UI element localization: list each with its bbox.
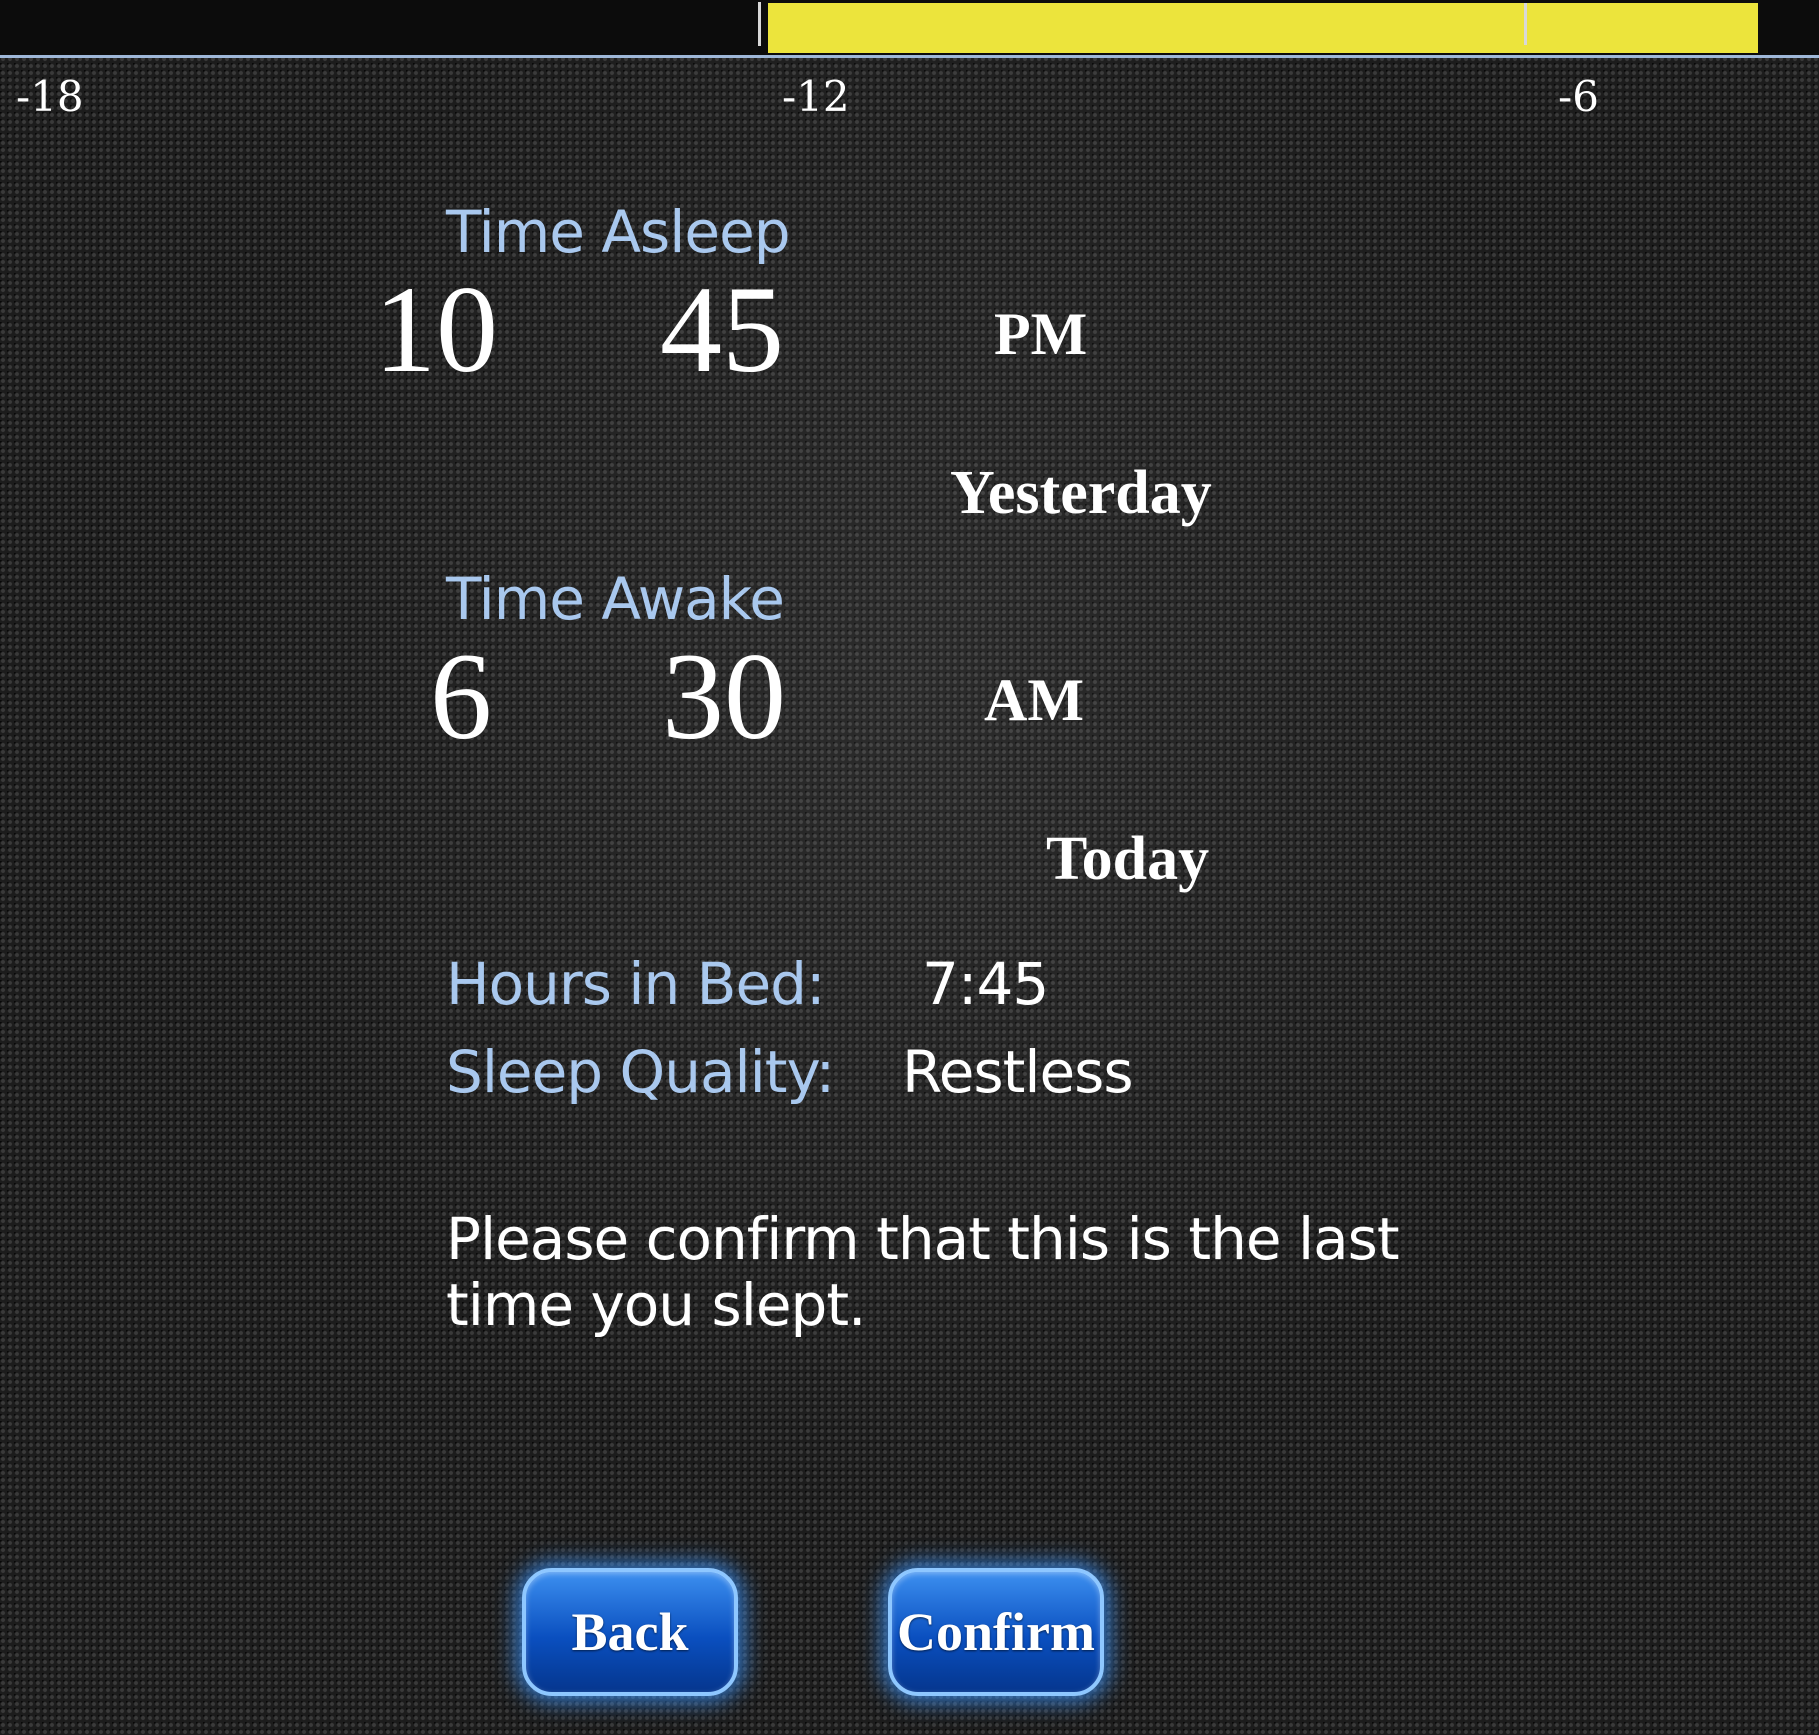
back-button[interactable]: Back xyxy=(522,1568,738,1696)
sleep-quality-value: Restless xyxy=(902,1038,1134,1106)
awake-minute-picker[interactable]: 30 xyxy=(662,635,786,759)
timeline-tick-label: -12 xyxy=(782,72,850,121)
timeline-sleep-bar xyxy=(768,3,1758,53)
timeline-tick-label: -6 xyxy=(1558,72,1599,121)
sleep-timeline xyxy=(0,0,1819,58)
hours-in-bed-label: Hours in Bed: xyxy=(446,950,825,1018)
awake-meridiem-picker[interactable]: AM xyxy=(984,670,1084,730)
confirm-message: Please confirm that this is the last tim… xyxy=(446,1205,1400,1339)
sleep-quality-label: Sleep Quality: xyxy=(446,1038,835,1106)
timeline-tick-label: -18 xyxy=(16,72,84,121)
asleep-minute-picker[interactable]: 45 xyxy=(660,268,784,392)
time-asleep-title: Time Asleep xyxy=(446,198,791,266)
hours-in-bed-value: 7:45 xyxy=(922,950,1049,1018)
asleep-meridiem-picker[interactable]: PM xyxy=(994,304,1087,364)
asleep-hour-picker[interactable]: 10 xyxy=(374,268,498,392)
awake-day-picker[interactable]: Today xyxy=(1046,828,1209,890)
time-awake-title: Time Awake xyxy=(446,565,785,633)
asleep-day-picker[interactable]: Yesterday xyxy=(950,462,1212,524)
timeline-end-marker[interactable] xyxy=(1524,3,1527,45)
awake-hour-picker[interactable]: 6 xyxy=(430,635,492,759)
confirm-button[interactable]: Confirm xyxy=(888,1568,1104,1696)
timeline-start-marker[interactable] xyxy=(758,2,761,46)
